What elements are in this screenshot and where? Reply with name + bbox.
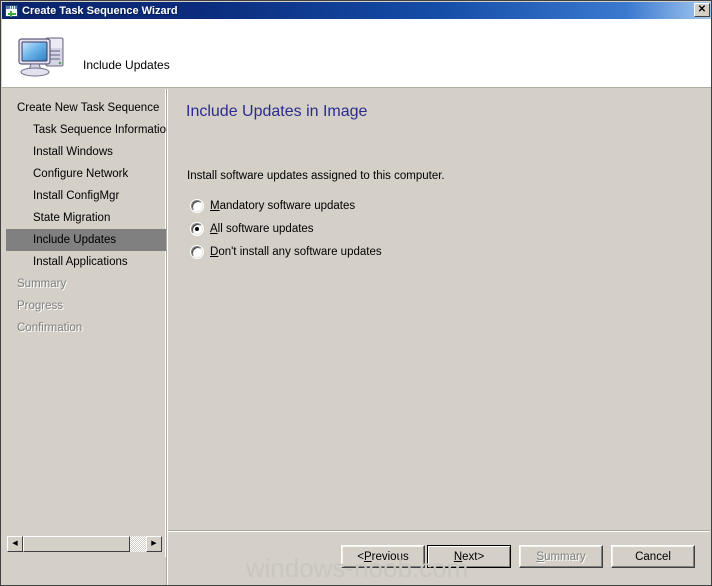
radio-button-none[interactable] xyxy=(191,245,203,258)
sidebar-item-install-configmgr[interactable]: Install ConfigMgr xyxy=(3,185,166,207)
radio-label-none-rest: on't install any software updates xyxy=(218,245,382,258)
wizard-button-bar: < Previous Next > Summary Cancel xyxy=(168,545,712,575)
footer-separator xyxy=(168,530,710,532)
radio-option-mandatory-software-updates[interactable]: Mandatory software updates xyxy=(190,194,382,217)
wizard-header: Include Updates xyxy=(2,19,712,88)
previous-rest: revious xyxy=(371,550,409,563)
software-updates-radio-group: Mandatory software updates All software … xyxy=(190,194,382,263)
scroll-left-arrow-icon[interactable]: ◀ xyxy=(7,535,23,552)
close-icon[interactable]: ✕ xyxy=(694,3,710,17)
wizard-window: Create Task Sequence Wizard ✕ Include Up… xyxy=(0,0,712,586)
radio-selected-dot xyxy=(195,226,199,231)
sidebar-item-install-windows[interactable]: Install Windows xyxy=(3,141,166,163)
accel-n: N xyxy=(453,550,463,563)
sidebar-horizontal-scrollbar[interactable]: ◀ ▶ xyxy=(7,535,162,552)
wizard-sidebar: Create New Task Sequence Task Sequence I… xyxy=(3,89,166,557)
sidebar-item-configure-network[interactable]: Configure Network xyxy=(3,163,166,185)
next-button[interactable]: Next > xyxy=(427,545,511,568)
sidebar-item-task-sequence-information[interactable]: Task Sequence Informatio xyxy=(3,119,166,141)
sidebar-item-install-applications[interactable]: Install Applications xyxy=(3,251,166,273)
radio-option-all-software-updates[interactable]: All software updates xyxy=(190,217,382,240)
cancel-label: Cancel xyxy=(635,550,671,563)
accel-p: P xyxy=(363,550,372,563)
radio-button-mandatory[interactable] xyxy=(191,199,203,212)
sidebar-item-include-updates[interactable]: Include Updates xyxy=(6,229,166,251)
wizard-step-list: Create New Task Sequence Task Sequence I… xyxy=(3,97,166,339)
radio-label-all-rest: ll software updates xyxy=(217,222,314,235)
sidebar-item-progress: Progress xyxy=(17,300,64,312)
instruction-text: Install software updates assigned to thi… xyxy=(187,170,445,182)
wizard-main-panel: Include Updates in Image Install softwar… xyxy=(168,89,712,585)
header-title: Include Updates xyxy=(83,58,170,72)
summary-button: Summary xyxy=(519,545,603,568)
radio-label-mandatory-rest: andatory software updates xyxy=(219,199,356,212)
scroll-right-arrow-icon[interactable]: ▶ xyxy=(146,535,162,552)
accel-a: A xyxy=(210,222,218,235)
radio-label-mandatory: Mandatory software updates xyxy=(210,200,355,212)
sidebar-item-state-migration[interactable]: State Migration xyxy=(3,207,166,229)
accel-s: S xyxy=(536,550,545,563)
radio-label-all: All software updates xyxy=(210,223,314,235)
radio-button-all[interactable] xyxy=(191,222,203,235)
cancel-button[interactable]: Cancel xyxy=(611,545,695,568)
accel-m: M xyxy=(210,199,220,212)
window-title: Create Task Sequence Wizard xyxy=(22,4,178,17)
next-rest: ext xyxy=(462,550,478,563)
radio-option-dont-install-any-software-updates[interactable]: Don't install any software updates xyxy=(190,240,382,263)
page-title: Include Updates in Image xyxy=(186,103,368,120)
next-suffix: > xyxy=(477,550,485,563)
scrollbar-thumb[interactable] xyxy=(23,535,130,552)
previous-prefix: < xyxy=(357,550,364,563)
sidebar-item-summary: Summary xyxy=(17,278,67,290)
previous-button[interactable]: < Previous xyxy=(341,545,425,568)
title-bar[interactable]: Create Task Sequence Wizard ✕ xyxy=(2,2,712,19)
summary-rest: ummary xyxy=(544,550,586,563)
window-plus-icon xyxy=(5,4,18,17)
computer-icon xyxy=(18,37,64,77)
radio-label-none: Don't install any software updates xyxy=(210,246,382,258)
sidebar-item-create-new-task-sequence[interactable]: Create New Task Sequence xyxy=(3,97,166,119)
sidebar-item-confirmation: Confirmation xyxy=(17,322,83,334)
scrollbar-track[interactable] xyxy=(23,535,146,552)
